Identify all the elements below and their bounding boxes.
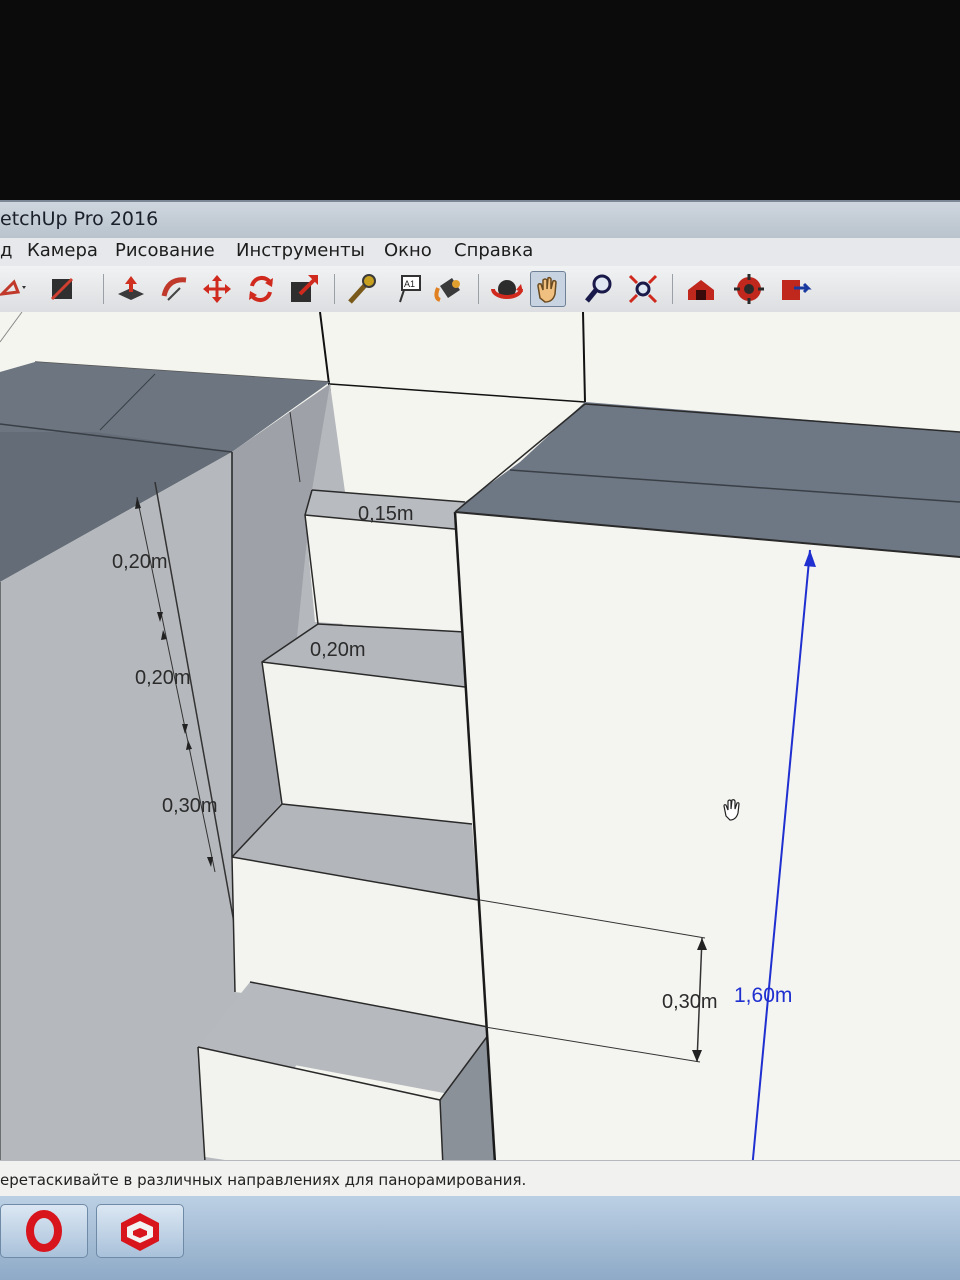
share-model-icon[interactable] xyxy=(778,272,812,306)
menu-item-draw[interactable]: Рисование xyxy=(115,240,215,261)
menu-item-window[interactable]: Окно xyxy=(384,240,432,261)
dim-riser-left-3: 0,30m xyxy=(162,795,218,817)
status-bar: еретаскивайте в различных направлениях д… xyxy=(0,1160,960,1197)
move-icon[interactable] xyxy=(200,272,234,306)
zoom-extents-icon[interactable] xyxy=(626,272,660,306)
dim-riser-right: 0,30m xyxy=(662,991,718,1013)
orbit-icon[interactable] xyxy=(490,272,524,306)
3d-viewport[interactable]: 0,15m 0,20m 0,20m 0,20m 0,30m 0,30m 1,60… xyxy=(0,312,960,1212)
pan-hand-icon[interactable] xyxy=(530,271,566,307)
text-label-icon[interactable]: A1 xyxy=(390,272,424,306)
menu-item-help[interactable]: Справка xyxy=(454,240,533,261)
title-bar: etchUp Pro 2016 xyxy=(0,200,960,240)
follow-me-icon[interactable] xyxy=(158,272,192,306)
scale-icon[interactable] xyxy=(288,272,322,306)
menu-bar: д Камера Рисование Инструменты Окно Спра… xyxy=(0,238,960,267)
tape-measure-icon[interactable] xyxy=(344,272,378,306)
sketchup-icon xyxy=(121,1213,159,1251)
stair-model: 0,15m 0,20m 0,20m 0,20m 0,30m 0,30m 1,60… xyxy=(0,312,960,1212)
dim-tread-second: 0,20m xyxy=(310,639,366,661)
svg-text:A1: A1 xyxy=(404,279,415,289)
dim-riser-left-1: 0,20m xyxy=(112,551,168,573)
push-pull-icon[interactable] xyxy=(114,272,148,306)
dim-total-height: 1,60m xyxy=(734,984,792,1007)
select-arrow-icon[interactable] xyxy=(0,272,30,306)
dim-tread-top: 0,15m xyxy=(358,503,414,525)
material-swatch-icon[interactable] xyxy=(46,272,80,306)
window-title: etchUp Pro 2016 xyxy=(0,208,159,230)
rotate-icon[interactable] xyxy=(244,272,278,306)
toolbar: A1 xyxy=(0,266,960,313)
taskbar-opera-button[interactable] xyxy=(0,1204,88,1258)
menu-item-tools[interactable]: Инструменты xyxy=(236,240,365,261)
dim-riser-left-2: 0,20m xyxy=(135,667,191,689)
taskbar-sketchup-button[interactable] xyxy=(96,1204,184,1258)
menu-item-camera[interactable]: Камера xyxy=(27,240,98,261)
zoom-icon[interactable] xyxy=(582,272,616,306)
menu-item-view[interactable]: д xyxy=(0,240,12,261)
extension-warehouse-icon[interactable] xyxy=(732,272,766,306)
screen: etchUp Pro 2016 д Камера Рисование Инстр… xyxy=(0,0,960,1280)
right-block-front xyxy=(455,512,960,1212)
warehouse-icon[interactable] xyxy=(684,272,718,306)
paint-bucket-icon[interactable] xyxy=(432,272,466,306)
opera-icon xyxy=(26,1210,62,1252)
taskbar xyxy=(0,1196,960,1280)
status-hint: еретаскивайте в различных направлениях д… xyxy=(0,1171,527,1189)
